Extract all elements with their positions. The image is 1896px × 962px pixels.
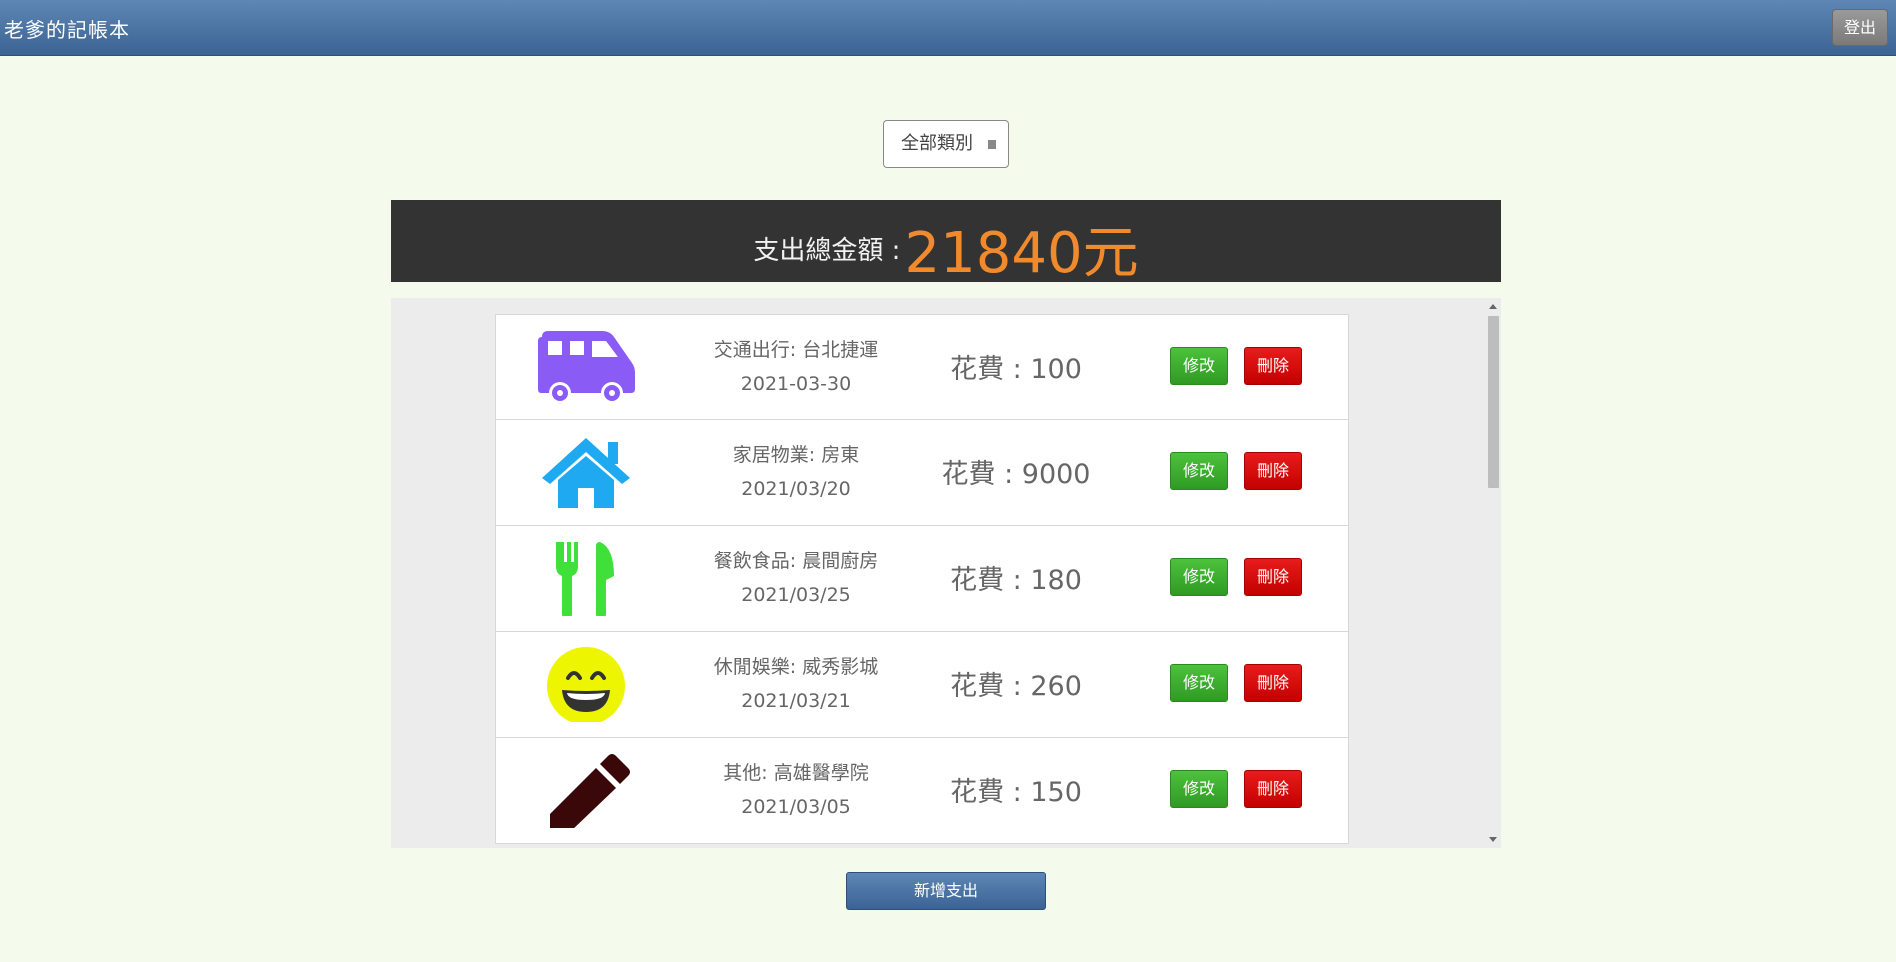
expense-description: 餐飲食品: 晨間廚房 (713, 550, 879, 572)
scroll-thumb[interactable] (1488, 316, 1499, 488)
delete-button[interactable]: 刪除 (1244, 664, 1302, 702)
edit-button[interactable]: 修改 (1170, 664, 1228, 702)
total-amount: 21840元 (904, 221, 1139, 286)
expense-date: 2021/03/25 (741, 584, 851, 606)
app-title: 老爹的記帳本 (4, 18, 130, 42)
category-select-value: 全部類別 (901, 133, 973, 154)
expense-list: 交通出行: 台北捷運 2021-03-30 花費 : 100 修改 刪除 家居物… (495, 314, 1349, 844)
scroll-up-icon[interactable] (1489, 304, 1497, 309)
edit-button[interactable]: 修改 (1170, 558, 1228, 596)
expense-description: 交通出行: 台北捷運 (713, 339, 879, 361)
expense-cost: 花費 : 260 (950, 671, 1082, 702)
edit-button[interactable]: 修改 (1170, 770, 1228, 808)
total-label: 支出總金額 : (753, 236, 901, 266)
delete-button[interactable]: 刪除 (1244, 770, 1302, 808)
expense-cost: 花費 : 100 (950, 354, 1082, 385)
expense-cost: 花費 : 9000 (941, 459, 1091, 490)
expense-description: 其他: 高雄醫學院 (723, 762, 869, 784)
expense-row: 餐飲食品: 晨間廚房 2021/03/25 花費 : 180 修改 刪除 (495, 526, 1349, 632)
edit-button[interactable]: 修改 (1170, 452, 1228, 490)
expense-date: 2021/03/21 (741, 690, 851, 712)
expense-row: 家居物業: 房東 2021/03/20 花費 : 9000 修改 刪除 (495, 420, 1349, 526)
smile-icon (536, 646, 636, 725)
expense-cost: 花費 : 180 (950, 565, 1082, 596)
house-icon (536, 434, 636, 510)
utensils-icon (536, 540, 636, 618)
expense-date: 2021/03/20 (741, 478, 851, 500)
expense-description: 休閒娛樂: 威秀影城 (713, 656, 879, 678)
select-arrow-icon (988, 140, 996, 149)
expense-cost: 花費 : 150 (950, 777, 1082, 808)
expense-description: 家居物業: 房東 (732, 444, 860, 466)
expense-date: 2021-03-30 (740, 373, 852, 395)
expense-row: 休閒娛樂: 威秀影城 2021/03/21 花費 : 260 修改 刪除 (495, 632, 1349, 738)
scrollbar[interactable] (1485, 298, 1501, 848)
category-select[interactable]: 全部類別 (883, 120, 1009, 168)
top-bar: 老爹的記帳本 登出 (0, 0, 1896, 56)
delete-button[interactable]: 刪除 (1244, 452, 1302, 490)
expense-row: 其他: 高雄醫學院 2021/03/05 花費 : 150 修改 刪除 (495, 738, 1349, 844)
expense-row: 交通出行: 台北捷運 2021-03-30 花費 : 100 修改 刪除 (495, 314, 1349, 420)
logout-button[interactable]: 登出 (1832, 9, 1888, 46)
pencil-icon (536, 752, 636, 832)
expense-list-viewport[interactable]: 交通出行: 台北捷運 2021-03-30 花費 : 100 修改 刪除 家居物… (391, 298, 1501, 848)
bus-icon (536, 329, 636, 405)
total-banner: 支出總金額 :21840元 (391, 200, 1501, 286)
delete-button[interactable]: 刪除 (1244, 558, 1302, 596)
edit-button[interactable]: 修改 (1170, 347, 1228, 385)
add-expense-button[interactable]: 新增支出 (846, 872, 1046, 910)
delete-button[interactable]: 刪除 (1244, 347, 1302, 385)
expense-date: 2021/03/05 (741, 796, 851, 818)
scroll-down-icon[interactable] (1489, 837, 1497, 842)
